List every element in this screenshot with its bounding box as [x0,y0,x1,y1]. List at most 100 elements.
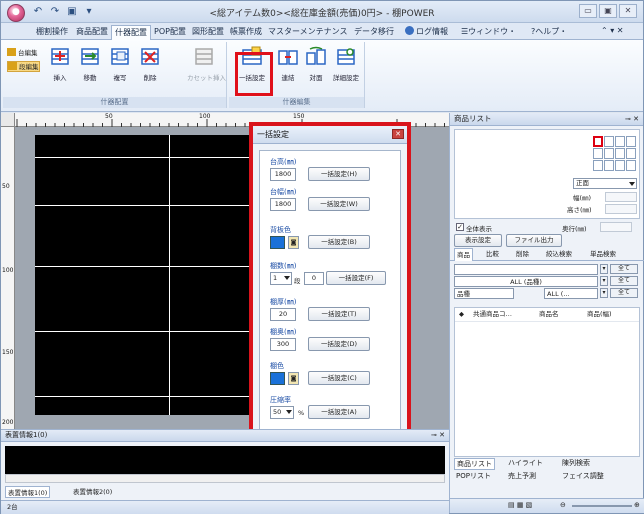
shelf-color-swatch[interactable] [270,372,285,385]
filter-row: 品種 ALL (… ▾ 全て [454,288,640,299]
chevron-down-icon [286,410,292,414]
thickness-input[interactable]: 20 [270,308,296,321]
compression-label: 圧縮率 [270,396,291,404]
bulk-set-backboard-button[interactable]: 一括設定(B) [308,235,370,249]
bulk-set-width-button[interactable]: 一括設定(W) [308,197,370,211]
bulk-set-shelves-button[interactable]: 一括設定(F) [326,271,386,285]
pin-close-icon[interactable]: ⊸ ✕ [431,430,445,441]
tab-item-search[interactable]: 単品検索 [588,248,618,261]
zoom-out-icon[interactable]: ⊖ [560,501,566,509]
view-mode-icons[interactable]: ▤ ▦ ▧ [508,501,532,509]
horizontal-scrollbar[interactable] [5,474,445,483]
view-select[interactable]: 正面 [573,178,637,189]
bulk-set-compression-button[interactable]: 一括設定(A) [308,405,370,419]
height-input[interactable]: 1800 [270,168,296,181]
filter-select[interactable] [454,264,598,275]
filter-toggle[interactable]: ▾ [600,288,608,298]
zoom-slider[interactable] [572,505,632,507]
filter-toggle[interactable]: ▾ [600,264,608,274]
column-code[interactable]: 共通商品コ… [473,308,512,321]
tab-fixture-placement[interactable]: 什器配置 [111,25,151,40]
tab-placement-info-1[interactable]: 表置情報1(0) [5,486,51,498]
tab-product-placement[interactable]: 商品配置 [73,25,111,40]
depth-input[interactable]: 300 [270,338,296,351]
tab-placement-info-2[interactable]: 表置情報2(0) [71,486,114,496]
tab-display-search[interactable]: 陳列検索 [560,458,592,470]
shelf-count-select[interactable]: 1 [270,272,292,285]
filter-toggle[interactable]: ▾ [600,276,608,286]
shelf-edit-button[interactable]: 台編集 [7,48,38,59]
tab-shape-placement[interactable]: 図形配置 [189,25,227,40]
tab-highlight[interactable]: ハイライト [506,458,545,470]
display-settings-button[interactable]: 表示設定 [454,234,502,247]
tab-master-maintenance[interactable]: マスターメンテナンス [265,25,351,40]
move-button[interactable]: 移動 [77,46,103,86]
tab-filter-search[interactable]: 絞込検索 [544,248,574,261]
shelf-mini-map[interactable] [593,136,637,176]
compression-select[interactable]: 50 [270,406,294,419]
ribbon-options[interactable]: ⌃ ▾ ✕ [601,26,624,35]
tab-face-adjust[interactable]: フェイス調整 [560,471,606,483]
category-select[interactable]: ALL (品種) [454,276,598,287]
tab-compare[interactable]: 比較 [484,248,501,261]
window-menu[interactable]: ☰ウィンドウ・ [461,26,516,37]
tab-sales-forecast[interactable]: 売上予測 [506,471,538,483]
ribbon-group-fixture-placement: 台編集 段編集 挿入 移動 複写 削除 カセット挿入 什器配置 [3,42,227,108]
show-all-checkbox[interactable]: ✓ [456,223,464,231]
mini-cell [593,160,603,171]
ruler-label: 50 [2,183,10,190]
thickness-label: 棚厚(㎜) [270,298,297,306]
maximize-button[interactable]: ▣ [599,4,617,18]
close-button[interactable]: ✕ [619,4,637,18]
list-header: ◆ 共通商品コ… 商品名 商品(幅) [455,308,639,322]
kind-value-select[interactable]: ALL (… [544,288,598,299]
filter-all-button[interactable]: 全て [610,264,638,274]
tab-pop-list[interactable]: POPリスト [454,471,493,483]
help-menu[interactable]: ?ヘルプ・ [531,26,567,37]
chevron-down-icon [629,182,635,186]
column-name[interactable]: 商品名 [539,308,559,321]
column-width[interactable]: 商品(幅) [587,308,612,321]
mini-cell [593,148,603,159]
group-label-fixture-edit: 什器編集 [229,97,364,108]
tab-pop-placement[interactable]: POP配置 [151,25,189,40]
bulk-settings-dialog: 一括設定 ✕ 台高(㎜) 1800 一括設定(H) 台幅(㎜) 1800 一括設… [249,122,411,441]
delete-button[interactable]: 削除 [137,46,163,86]
tab-deleted[interactable]: 削除 [514,248,531,261]
pin-close-icon[interactable]: ⊸ ✕ [625,113,639,125]
mini-cell [615,136,625,147]
detail-settings-button[interactable]: 詳細設定 [333,46,359,86]
tab-shelf-operation[interactable]: 棚割操作 [33,25,71,40]
tab-product-list[interactable]: 商品リスト [454,458,495,470]
filter-all-button[interactable]: 全て [610,276,638,286]
cassette-insert-button[interactable]: カセット挿入 [187,46,226,86]
facing-button[interactable]: 対面 [303,46,329,86]
tier-edit-button[interactable]: 段編集 [7,61,40,72]
filter-all-button[interactable]: 全て [610,288,638,298]
file-output-button[interactable]: ファイル出力 [506,234,562,247]
width-input[interactable]: 1800 [270,198,296,211]
height-dim-value [605,204,637,214]
palette-icon[interactable]: ◙ [288,372,299,385]
log-info-menu[interactable]: ログ情報 [405,26,448,37]
copy-button[interactable]: 複写 [107,46,133,86]
tab-data-migration[interactable]: データ移行 [351,25,397,40]
palette-icon[interactable]: ◙ [288,236,299,249]
placement-info-view[interactable] [5,446,445,474]
dialog-close-button[interactable]: ✕ [392,129,404,139]
minimize-button[interactable]: ▭ [579,4,597,18]
zoom-in-icon[interactable]: ⊕ [634,501,640,509]
bulk-set-shelf-color-button[interactable]: 一括設定(C) [308,371,370,385]
product-list[interactable]: ◆ 共通商品コ… 商品名 商品(幅) [454,307,640,457]
connect-button[interactable]: 連結 [275,46,301,86]
shelf-count-input[interactable]: 0 [304,272,324,285]
bulk-set-depth-button[interactable]: 一括設定(D) [308,337,370,351]
tab-products[interactable]: 商品 [454,248,473,261]
mini-cell [626,160,636,171]
tab-report[interactable]: 帳票作成 [227,25,265,40]
bulk-set-height-button[interactable]: 一括設定(H) [308,167,370,181]
kind-select[interactable]: 品種 [454,288,514,299]
insert-button[interactable]: 挿入 [47,46,73,86]
bulk-set-thickness-button[interactable]: 一括設定(T) [308,307,370,321]
backboard-color-swatch[interactable] [270,236,285,249]
